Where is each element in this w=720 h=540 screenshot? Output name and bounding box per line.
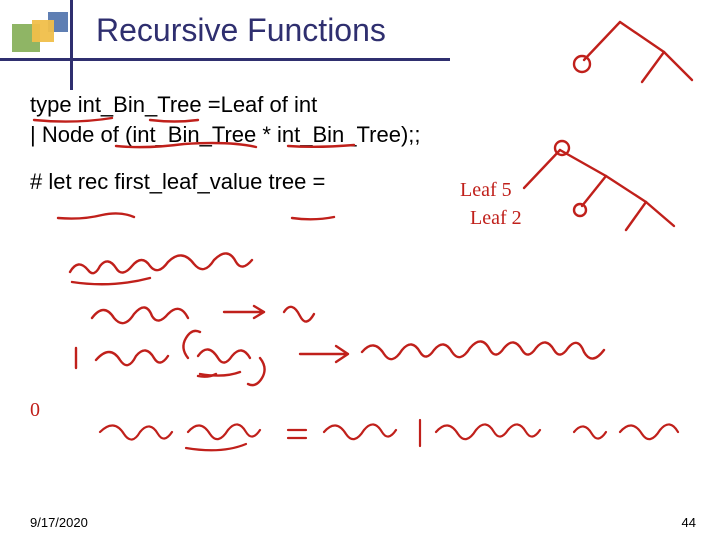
vertical-rule bbox=[70, 0, 73, 90]
footer-date: 9/17/2020 bbox=[30, 515, 88, 530]
decor-square-yellow bbox=[32, 20, 54, 42]
code-line-2: | Node of (int_Bin_Tree * int_Bin_Tree);… bbox=[30, 120, 700, 150]
code-line-1: type int_Bin_Tree =Leaf of int bbox=[30, 90, 700, 120]
ink-label-zero: 0 bbox=[30, 399, 40, 421]
code-line-3: # let rec first_leaf_value tree = bbox=[30, 167, 700, 197]
slide-corner-decoration bbox=[12, 12, 72, 62]
slide-body: type int_Bin_Tree =Leaf of int | Node of… bbox=[30, 90, 700, 215]
footer-page-number: 44 bbox=[682, 515, 696, 530]
slide-title: Recursive Functions bbox=[96, 12, 386, 49]
ink-annotations: Leaf 5 Leaf 2 0 bbox=[0, 0, 720, 540]
horizontal-rule bbox=[0, 58, 450, 61]
